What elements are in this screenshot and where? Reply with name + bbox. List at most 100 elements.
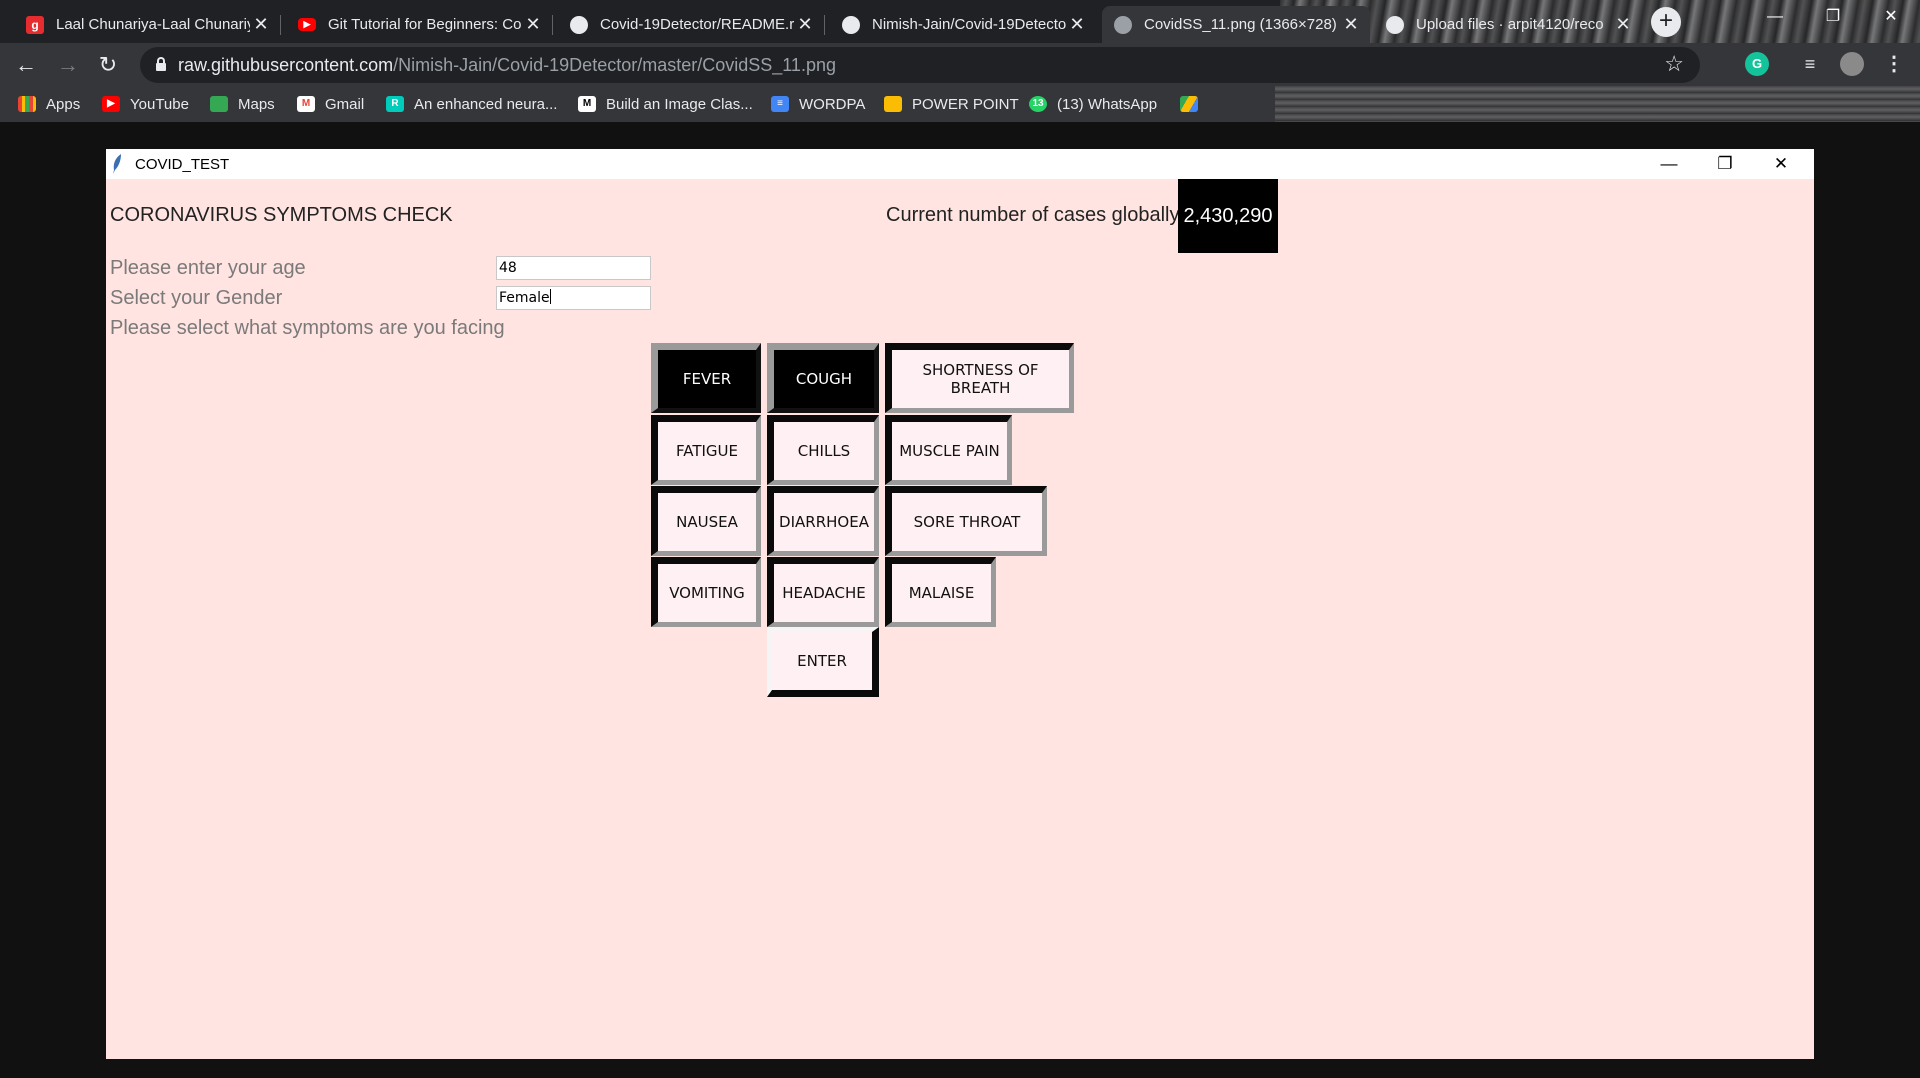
bookmark-label: Gmail xyxy=(325,95,365,113)
forward-icon[interactable]: → xyxy=(54,51,82,79)
medium-icon: M xyxy=(578,96,596,112)
bookmark-researchgate[interactable]: R An enhanced neura... xyxy=(386,94,557,114)
symptom-label: DIARRHOEA xyxy=(779,513,869,531)
symptom-label: CHILLS xyxy=(797,442,851,460)
symptom-label: COUGH xyxy=(795,370,853,388)
media-control-icon[interactable]: ≡ xyxy=(1798,52,1822,76)
avatar[interactable] xyxy=(1840,52,1864,76)
symptoms-prompt: Please select what symptoms are you faci… xyxy=(110,317,505,339)
minimize-icon[interactable]: — xyxy=(1752,0,1798,34)
tab-title: CovidSS_11.png (1366×728) xyxy=(1144,16,1337,33)
tab-separator xyxy=(280,15,281,35)
symptom-button-muscle-pain[interactable]: MUSCLE PAIN xyxy=(885,415,1012,485)
bookmark-label: An enhanced neura... xyxy=(414,95,558,113)
feather-icon xyxy=(113,154,121,174)
bookmark-label: Maps xyxy=(238,95,275,113)
bookmark-label: POWER POINT xyxy=(912,95,1019,113)
symptom-button-fever[interactable]: FEVER xyxy=(651,343,761,413)
whatsapp-icon: 13 xyxy=(1029,96,1047,112)
browser-theme-art xyxy=(1275,86,1920,122)
bookmark-medium[interactable]: M Build an Image Clas... xyxy=(578,94,753,114)
bookmark-label: WORDPA xyxy=(799,95,866,113)
bookmark-maps[interactable]: Maps xyxy=(210,94,275,114)
url-text: raw.githubusercontent.com/Nimish-Jain/Co… xyxy=(178,55,836,76)
browser-tab[interactable]: Nimish-Jain/Covid-19Detecto ✕ xyxy=(830,6,1096,43)
window-titlebar: COVID_TEST — ❐ ✕ xyxy=(106,149,1814,179)
browser-tab[interactable]: g Laal Chunariya-Laal Chunariy ✕ xyxy=(14,6,281,43)
url-path: /Nimish-Jain/Covid-19Detector/master/Cov… xyxy=(393,55,836,75)
bookmark-drive[interactable] xyxy=(1180,94,1208,114)
symptom-button-vomiting[interactable]: VOMITING xyxy=(651,557,761,627)
symptom-button-sore-throat[interactable]: SORE THROAT xyxy=(885,486,1047,556)
tab-title: Git Tutorial for Beginners: Co xyxy=(328,16,522,33)
text-cursor xyxy=(549,289,551,304)
enter-button[interactable]: ENTER xyxy=(767,627,879,697)
symptom-button-headache[interactable]: HEADACHE xyxy=(767,557,879,627)
address-bar[interactable]: raw.githubusercontent.com/Nimish-Jain/Co… xyxy=(140,47,1700,83)
covid-test-window: COVID_TEST — ❐ ✕ CORONAVIRUS SYMPTOMS CH… xyxy=(106,149,1814,1059)
bookmark-label: (13) WhatsApp xyxy=(1057,95,1158,113)
browser-tab[interactable]: Upload files · arpit4120/reco ✕ xyxy=(1374,6,1642,43)
docs-icon: ≡ xyxy=(771,96,789,112)
browser-tab-active[interactable]: CovidSS_11.png (1366×728) ✕ xyxy=(1102,6,1370,43)
close-icon[interactable]: ✕ xyxy=(1340,14,1362,35)
browser-tab[interactable]: Covid-19Detector/README.r ✕ xyxy=(558,6,825,43)
symptom-label: VOMITING xyxy=(669,584,745,602)
menu-dots-icon[interactable]: ⋮ xyxy=(1882,52,1906,76)
symptom-button-fatigue[interactable]: FATIGUE xyxy=(651,415,761,485)
maps-icon xyxy=(210,96,228,112)
close-icon[interactable]: ✕ xyxy=(794,14,816,35)
tab-title: Nimish-Jain/Covid-19Detecto xyxy=(872,16,1066,33)
window-title: COVID_TEST xyxy=(135,156,230,173)
minimize-icon[interactable]: — xyxy=(1641,149,1697,179)
bookmark-whatsapp[interactable]: 13 (13) WhatsApp xyxy=(1029,94,1157,114)
age-label: Please enter your age xyxy=(110,257,306,279)
symptom-button-nausea[interactable]: NAUSEA xyxy=(651,486,761,556)
youtube-icon: ▶ xyxy=(298,18,316,31)
restore-icon[interactable]: ❐ xyxy=(1810,0,1856,34)
google-drive-icon xyxy=(1180,96,1198,112)
close-icon[interactable]: ✕ xyxy=(1753,149,1809,179)
tab-title: Upload files · arpit4120/reco xyxy=(1416,16,1604,33)
symptom-label: MALAISE xyxy=(908,584,975,602)
bookmark-label: YouTube xyxy=(130,95,189,113)
symptom-button-shortness-of-breath[interactable]: SHORTNESS OF BREATH xyxy=(885,343,1074,413)
maximize-icon[interactable]: ❐ xyxy=(1697,149,1753,179)
symptom-label: MUSCLE PAIN xyxy=(899,442,1000,460)
bookmark-wordpa[interactable]: ≡ WORDPA xyxy=(771,94,865,114)
bookmark-gmail[interactable]: M Gmail xyxy=(297,94,364,114)
new-tab-button[interactable]: + xyxy=(1651,7,1681,37)
bookmark-apps[interactable]: Apps xyxy=(18,94,80,114)
lock-icon xyxy=(156,57,166,71)
gaana-icon: g xyxy=(26,15,44,34)
reload-icon[interactable]: ↻ xyxy=(94,51,122,79)
browser-tab-strip: g Laal Chunariya-Laal Chunariy ✕ ▶ Git T… xyxy=(0,0,1920,43)
github-icon xyxy=(1386,15,1404,34)
bookmark-star-icon[interactable]: ☆ xyxy=(1664,51,1684,77)
symptom-button-chills[interactable]: CHILLS xyxy=(767,415,879,485)
close-window-icon[interactable]: ✕ xyxy=(1868,0,1914,34)
cases-label: Current number of cases globally: xyxy=(886,204,1186,226)
close-icon[interactable]: ✕ xyxy=(522,14,544,35)
grammarly-icon[interactable]: G xyxy=(1745,52,1769,76)
gender-label: Select your Gender xyxy=(110,287,283,309)
symptom-button-diarrhoea[interactable]: DIARRHOEA xyxy=(767,486,879,556)
symptom-button-malaise[interactable]: MALAISE xyxy=(885,557,996,627)
gender-input[interactable]: Female xyxy=(496,286,651,310)
age-input[interactable]: 48 xyxy=(496,256,651,280)
bookmark-powerpoint[interactable]: POWER POINT xyxy=(884,94,1019,114)
bookmark-label: Apps xyxy=(46,95,81,113)
tab-title: Laal Chunariya-Laal Chunariy xyxy=(56,16,250,33)
enter-label: ENTER xyxy=(797,652,847,670)
tab-separator xyxy=(552,15,553,35)
symptom-button-cough[interactable]: COUGH xyxy=(767,343,879,413)
bookmark-youtube[interactable]: ▶ YouTube xyxy=(102,94,189,114)
close-icon[interactable]: ✕ xyxy=(1066,14,1088,35)
close-icon[interactable]: ✕ xyxy=(250,14,272,35)
symptom-label: NAUSEA xyxy=(676,513,738,531)
browser-tab[interactable]: ▶ Git Tutorial for Beginners: Co ✕ xyxy=(286,6,553,43)
back-icon[interactable]: ← xyxy=(12,51,40,79)
apps-grid-icon xyxy=(18,96,36,112)
symptom-label: HEADACHE xyxy=(782,584,866,602)
close-icon[interactable]: ✕ xyxy=(1612,14,1634,35)
